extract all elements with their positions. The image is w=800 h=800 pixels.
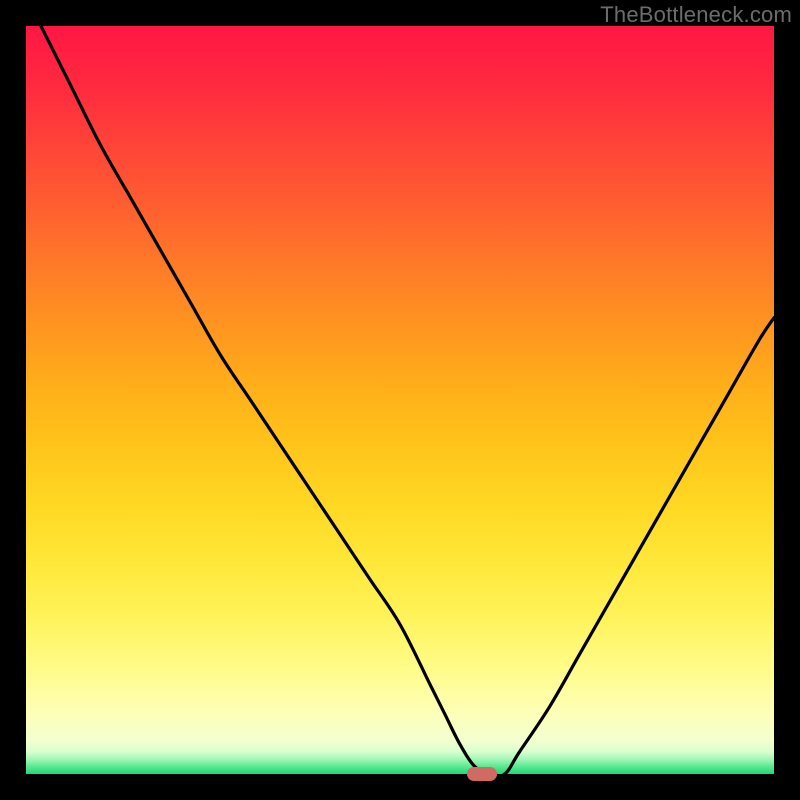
watermark-text: TheBottleneck.com (600, 2, 792, 28)
plot-area (26, 26, 774, 774)
bottleneck-curve (26, 26, 774, 774)
chart-frame: TheBottleneck.com (0, 0, 800, 800)
optimal-marker (467, 767, 497, 781)
